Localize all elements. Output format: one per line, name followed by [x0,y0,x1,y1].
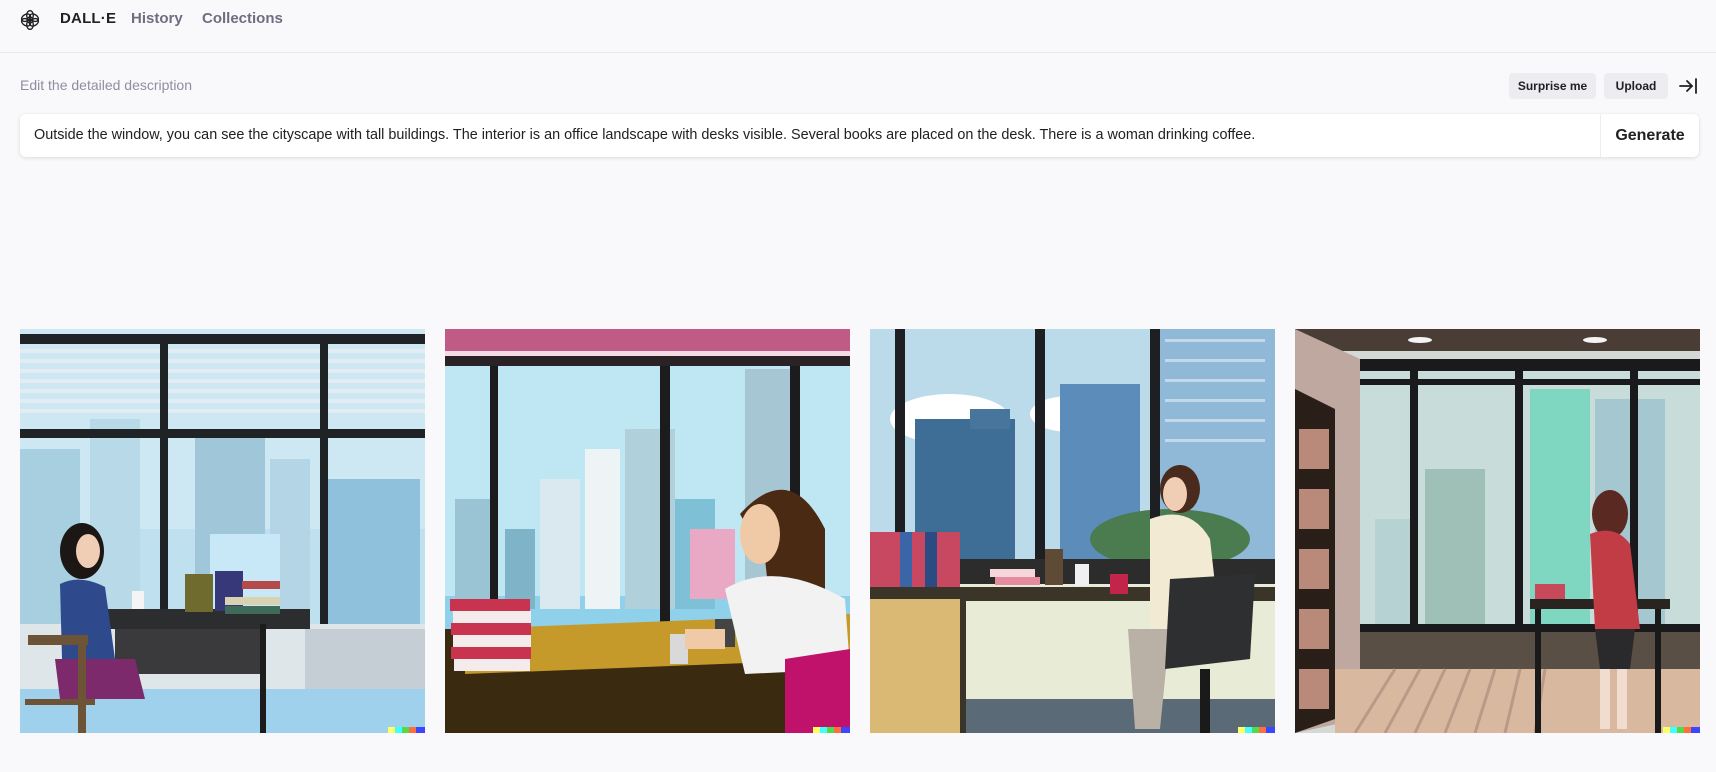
openai-logo-icon[interactable] [19,9,41,31]
dalle-signature-icon [1663,727,1700,733]
surprise-me-button[interactable]: Surprise me [1509,73,1596,99]
generate-button[interactable]: Generate [1601,114,1699,157]
dalle-signature-icon [813,727,850,733]
result-image-1[interactable] [20,329,425,733]
upload-button[interactable]: Upload [1604,73,1668,99]
result-image-3[interactable] [870,329,1275,733]
prompt-box: Outside the window, you can see the city… [20,114,1699,157]
nav-collections[interactable]: Collections [202,10,283,27]
result-image-2[interactable] [445,329,850,733]
prompt-label: Edit the detailed description [20,77,192,93]
dalle-signature-icon [1238,727,1275,733]
collapse-panel-icon[interactable] [1678,77,1698,95]
top-navigation-bar: DALL·E History Collections [0,0,1716,53]
nav-history[interactable]: History [131,10,183,27]
result-image-4[interactable] [1295,329,1700,733]
prompt-input[interactable]: Outside the window, you can see the city… [34,114,1604,157]
dalle-signature-icon [388,727,425,733]
brand-link[interactable]: DALL·E [60,10,116,27]
